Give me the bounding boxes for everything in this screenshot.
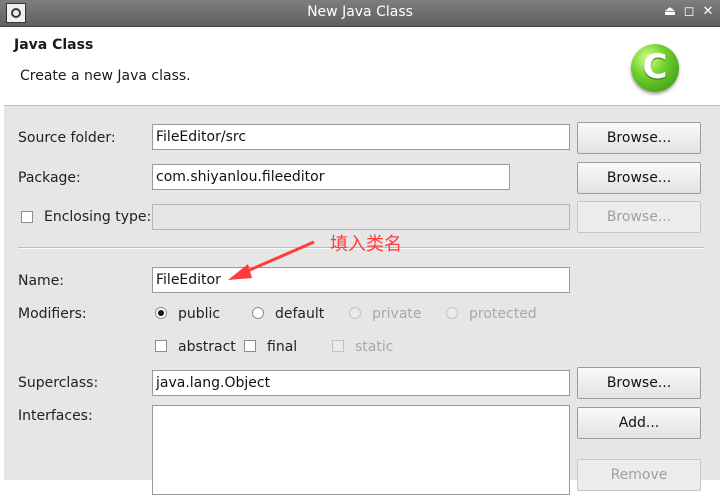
wizard-header: Java Class Create a new Java class. C	[4, 27, 720, 106]
interfaces-label: Interfaces:	[18, 408, 93, 424]
enclosing-type-browse-button: Browse...	[577, 201, 701, 233]
enclosing-type-input	[152, 204, 570, 230]
final-checkbox[interactable]	[244, 340, 256, 352]
window-title: New Java Class	[307, 4, 413, 20]
interfaces-add-button[interactable]: Add...	[577, 407, 701, 439]
protected-label: protected	[469, 306, 537, 322]
source-folder-label: Source folder:	[18, 130, 116, 146]
source-folder-input[interactable]: FileEditor/src	[152, 124, 570, 150]
superclass-input[interactable]: java.lang.Object	[152, 370, 570, 396]
enclosing-type-label: Enclosing type:	[44, 209, 152, 225]
interfaces-list[interactable]	[152, 405, 570, 495]
superclass-browse-button[interactable]: Browse...	[577, 367, 701, 399]
abstract-checkbox[interactable]	[155, 340, 167, 352]
header-description: Create a new Java class.	[20, 68, 191, 84]
annotation-arrow-icon	[228, 240, 315, 280]
static-checkbox	[332, 340, 344, 352]
protected-radio	[446, 307, 458, 319]
java-class-icon: C	[631, 44, 679, 92]
default-radio[interactable]	[252, 307, 264, 319]
default-label[interactable]: default	[275, 306, 324, 322]
wizard-body: Source folder: FileEditor/src Browse... …	[4, 106, 720, 495]
source-folder-browse-button[interactable]: Browse...	[577, 122, 701, 154]
name-label: Name:	[18, 273, 65, 289]
enclosing-type-checkbox[interactable]	[21, 211, 33, 223]
close-icon[interactable]: ✕	[700, 4, 716, 20]
package-browse-button[interactable]: Browse...	[577, 162, 701, 194]
window-controls: ⏏ ◻ ✕	[662, 4, 716, 20]
title-bar: New Java Class ⏏ ◻ ✕	[0, 0, 720, 27]
static-label: static	[355, 339, 394, 355]
final-label[interactable]: final	[267, 339, 297, 355]
interfaces-remove-button: Remove	[577, 459, 701, 491]
minimize-icon[interactable]: ⏏	[662, 4, 678, 20]
public-radio[interactable]	[155, 307, 167, 319]
private-label: private	[372, 306, 422, 322]
package-input[interactable]: com.shiyanlou.fileeditor	[152, 164, 510, 190]
abstract-label[interactable]: abstract	[178, 339, 236, 355]
annotation-text: 填入类名	[330, 234, 402, 255]
public-label[interactable]: public	[178, 306, 220, 322]
private-radio	[349, 307, 361, 319]
maximize-icon[interactable]: ◻	[681, 4, 697, 20]
superclass-label: Superclass:	[18, 375, 99, 391]
package-label: Package:	[18, 170, 81, 186]
modifiers-label: Modifiers:	[18, 306, 87, 322]
header-title: Java Class	[14, 37, 94, 53]
